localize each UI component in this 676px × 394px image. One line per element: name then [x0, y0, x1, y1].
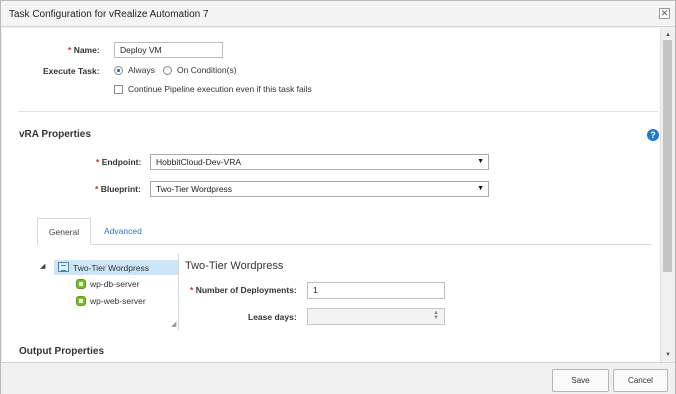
save-button[interactable]: Save	[552, 369, 609, 392]
radio-on-condition-label: On Condition(s)	[177, 65, 237, 75]
required-marker: *	[95, 184, 99, 194]
endpoint-select[interactable]: HobbitCloud-Dev-VRA ▼	[150, 154, 489, 170]
output-properties-heading: Output Properties	[19, 346, 105, 357]
deployments-label-text: Number of Deployments:	[195, 285, 297, 295]
scroll-down-icon[interactable]: ▼	[664, 351, 672, 359]
component-title: Two-Tier Wordpress	[185, 260, 284, 272]
spinner-arrows-icon[interactable]: ▲ ▼	[433, 310, 439, 321]
dialog-title: Task Configuration for vRealize Automati…	[9, 9, 209, 20]
vm-icon	[76, 296, 86, 306]
deployments-input[interactable]: 1	[307, 282, 445, 299]
tree-item-wp-web-server[interactable]: wp-web-server	[90, 296, 146, 306]
continue-on-failure-checkbox[interactable]	[114, 85, 123, 94]
close-icon[interactable]: ✕	[659, 8, 670, 19]
endpoint-label: * Endpoint:	[96, 157, 141, 167]
name-input[interactable]: Deploy VM	[114, 42, 223, 58]
vertical-scrollbar[interactable]: ▲ ▼	[660, 28, 674, 362]
name-label: * Name:	[68, 45, 100, 55]
lease-days-spinner[interactable]: ▲ ▼	[307, 308, 445, 325]
name-label-text: Name:	[73, 45, 100, 55]
scroll-up-icon[interactable]: ▲	[664, 31, 672, 39]
vra-properties-heading: vRA Properties	[19, 129, 91, 140]
scrollbar-thumb[interactable]	[663, 40, 672, 272]
tree-item-wp-db-server[interactable]: wp-db-server	[90, 279, 140, 289]
blueprint-label: * Blueprint:	[95, 184, 141, 194]
radio-always-label: Always	[128, 65, 155, 75]
blueprint-select[interactable]: Two-Tier Wordpress ▼	[150, 181, 489, 197]
divider	[18, 111, 658, 112]
chevron-down-icon: ▼	[477, 185, 484, 192]
tab-advanced[interactable]: Advanced	[104, 226, 142, 236]
resize-grip-icon[interactable]: ◢	[171, 320, 176, 328]
tree-collapse-icon[interactable]: ◢	[40, 262, 45, 270]
radio-on-condition[interactable]	[163, 66, 172, 75]
dialog-footer: Save Cancel	[1, 362, 675, 394]
endpoint-label-text: Endpoint:	[101, 157, 142, 167]
dialog-content: * Name: Deploy VM Execute Task: Always O…	[2, 28, 660, 362]
cancel-button[interactable]: Cancel	[613, 369, 668, 392]
radio-always[interactable]	[114, 66, 123, 75]
tab-general[interactable]: General	[37, 218, 91, 245]
required-marker: *	[190, 285, 194, 295]
blueprint-label-text: Blueprint:	[100, 184, 141, 194]
tabs-underline	[37, 244, 652, 245]
help-icon[interactable]: ?	[647, 129, 659, 141]
endpoint-select-value: HobbitCloud-Dev-VRA	[156, 157, 242, 167]
blueprint-icon	[58, 262, 69, 272]
tree-item-root-label: Two-Tier Wordpress	[73, 263, 150, 273]
blueprint-select-value: Two-Tier Wordpress	[156, 184, 233, 194]
required-marker: *	[68, 45, 72, 55]
lease-days-label: Lease days:	[248, 312, 297, 322]
execute-task-label: Execute Task:	[43, 66, 100, 76]
deployments-label: * Number of Deployments:	[190, 285, 297, 295]
vm-icon	[76, 279, 86, 289]
dialog-titlebar: Task Configuration for vRealize Automati…	[1, 1, 675, 27]
required-marker: *	[96, 157, 100, 167]
continue-on-failure-label: Continue Pipeline execution even if this…	[128, 84, 312, 94]
task-config-dialog: Task Configuration for vRealize Automati…	[0, 0, 676, 394]
chevron-down-icon: ▼	[477, 158, 484, 165]
